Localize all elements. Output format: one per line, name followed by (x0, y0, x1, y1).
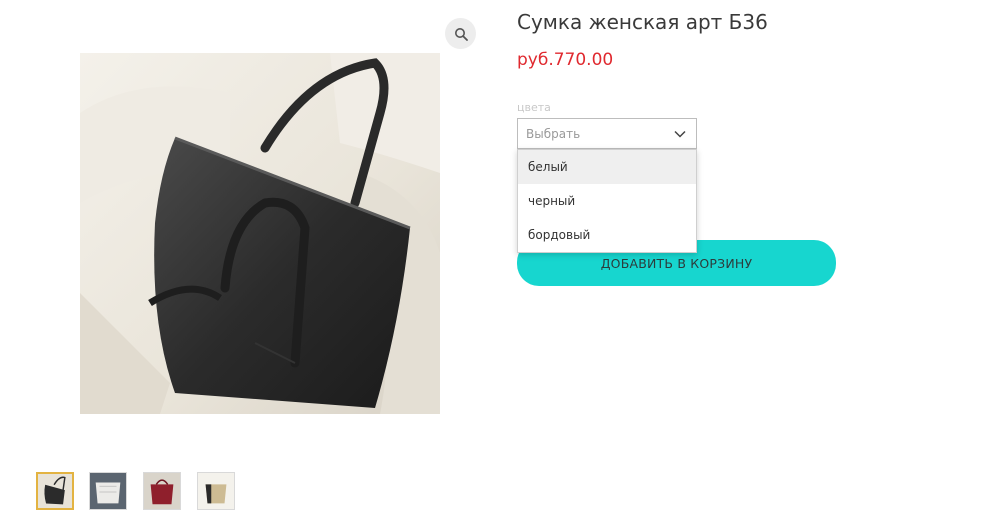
color-option-black[interactable]: черный (518, 184, 696, 218)
zoom-button[interactable] (445, 18, 476, 49)
thumbnail-beige-bag[interactable] (197, 472, 235, 510)
handbag-photo (80, 53, 440, 414)
burgundy-bag-thumbnail-image (144, 473, 180, 509)
thumbnail-white-bag[interactable] (89, 472, 127, 510)
product-page: Сумка женская арт Б36 руб.770.00 цвета В… (0, 0, 988, 532)
beige-bag-thumbnail-image (198, 473, 234, 509)
thumbnail-burgundy-bag[interactable] (143, 472, 181, 510)
chevron-down-icon (674, 130, 686, 138)
color-select-value: Выбрать (526, 127, 581, 141)
product-main-image[interactable] (80, 53, 440, 414)
magnifier-icon (454, 27, 468, 41)
black-bag-thumbnail-image (38, 474, 72, 508)
white-bag-thumbnail-image (90, 473, 126, 509)
color-option-label: цвета (517, 101, 551, 114)
color-select[interactable]: Выбрать (517, 118, 697, 149)
color-dropdown-menu: белый черный бордовый (517, 149, 697, 253)
color-option-burgundy[interactable]: бордовый (518, 218, 696, 252)
product-title: Сумка женская арт Б36 (517, 10, 768, 34)
color-option-white[interactable]: белый (518, 150, 696, 184)
product-price: руб.770.00 (517, 50, 614, 70)
thumbnail-black-bag[interactable] (36, 472, 74, 510)
